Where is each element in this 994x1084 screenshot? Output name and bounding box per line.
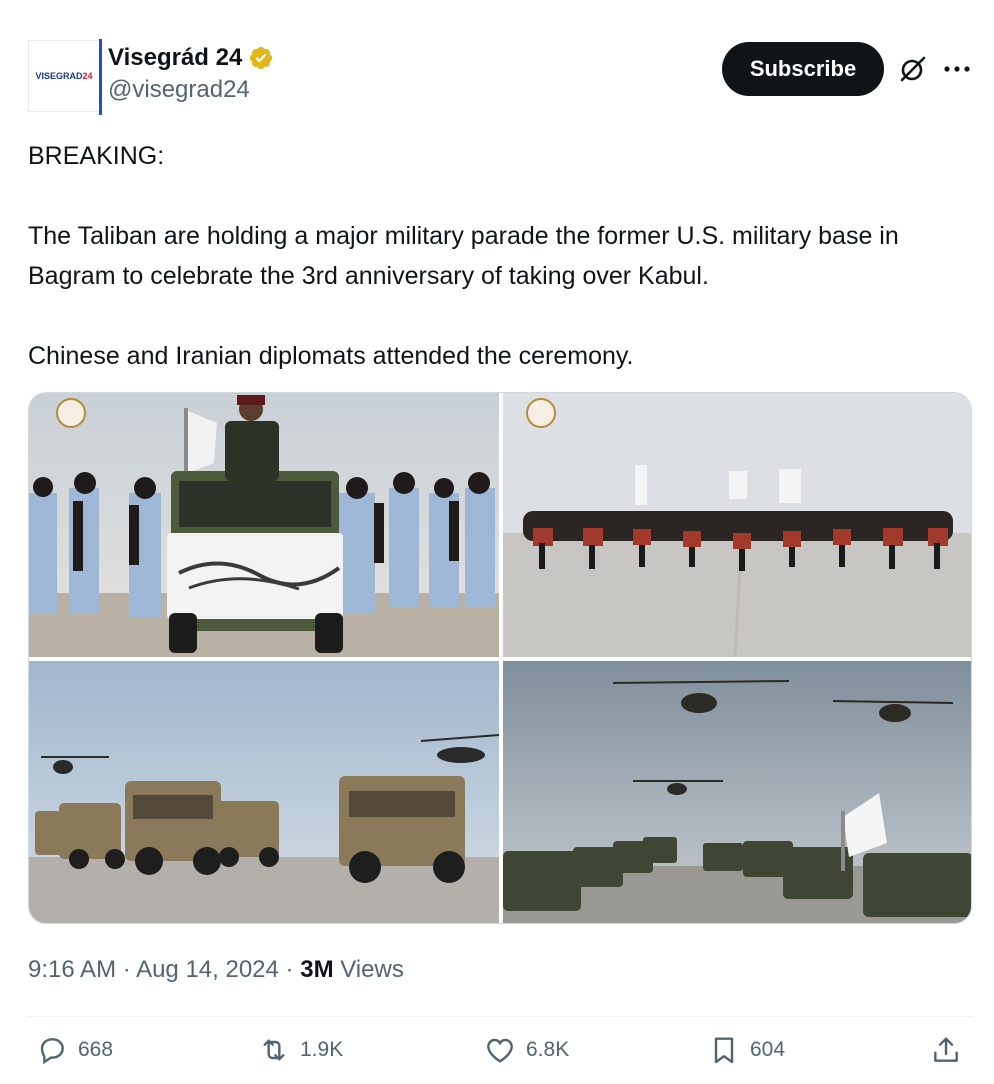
author-name-row[interactable]: Visegrád 24 — [108, 44, 274, 72]
reply-icon — [40, 1038, 64, 1065]
subscribe-button[interactable]: Subscribe — [722, 42, 884, 96]
repost-button[interactable]: 1.9K — [258, 1034, 343, 1066]
bookmark-button[interactable]: 604 — [708, 1034, 785, 1066]
tweet-meta: 9:16 AM · Aug 14, 2024 · 3M Views — [28, 956, 404, 984]
avatar-logo-text: VISEGRAD24 — [35, 71, 93, 81]
like-count: 6.8K — [526, 1038, 570, 1061]
tweet-text: BREAKING: The Taliban are holding a majo… — [28, 142, 899, 370]
reply-count: 668 — [78, 1038, 114, 1061]
helicopters-convoy-photo[interactable] — [503, 661, 971, 923]
avatar[interactable]: VISEGRAD24 — [28, 39, 102, 115]
motorcycle-formation-photo[interactable] — [503, 393, 971, 657]
views-count: 3M — [300, 956, 334, 983]
display-name[interactable]: Visegrád 24 — [108, 44, 242, 72]
armored-vehicles-photo[interactable] — [29, 661, 499, 923]
heart-icon — [487, 1038, 513, 1063]
action-bar: 668 1.9K 6.8K 604 — [28, 1034, 972, 1078]
grok-icon[interactable] — [898, 54, 928, 84]
share-button[interactable] — [930, 1034, 962, 1066]
meta-separator: · — [285, 956, 301, 983]
bookmark-count: 604 — [750, 1038, 786, 1061]
media-grid — [28, 392, 972, 924]
reply-button[interactable]: 668 — [36, 1034, 113, 1066]
repost-icon — [263, 1039, 285, 1061]
tweet-date[interactable]: Aug 14, 2024 — [136, 956, 279, 983]
more-icon[interactable] — [942, 54, 972, 84]
author-info: Visegrád 24 @visegrad24 — [108, 44, 274, 104]
divider — [28, 1016, 972, 1017]
views-label: Views — [340, 956, 404, 983]
like-button[interactable]: 6.8K — [484, 1034, 569, 1066]
parade-vehicle-photo[interactable] — [29, 393, 499, 657]
repost-count: 1.9K — [300, 1038, 344, 1061]
tweet-header: VISEGRAD24 Visegrád 24 @visegrad24 Subsc… — [28, 39, 974, 116]
bookmark-icon — [714, 1037, 734, 1064]
meta-separator: · — [122, 956, 137, 983]
share-icon — [934, 1037, 958, 1062]
handle[interactable]: @visegrad24 — [108, 76, 274, 104]
verified-badge-icon — [250, 46, 273, 70]
tweet-time[interactable]: 9:16 AM — [28, 956, 116, 983]
